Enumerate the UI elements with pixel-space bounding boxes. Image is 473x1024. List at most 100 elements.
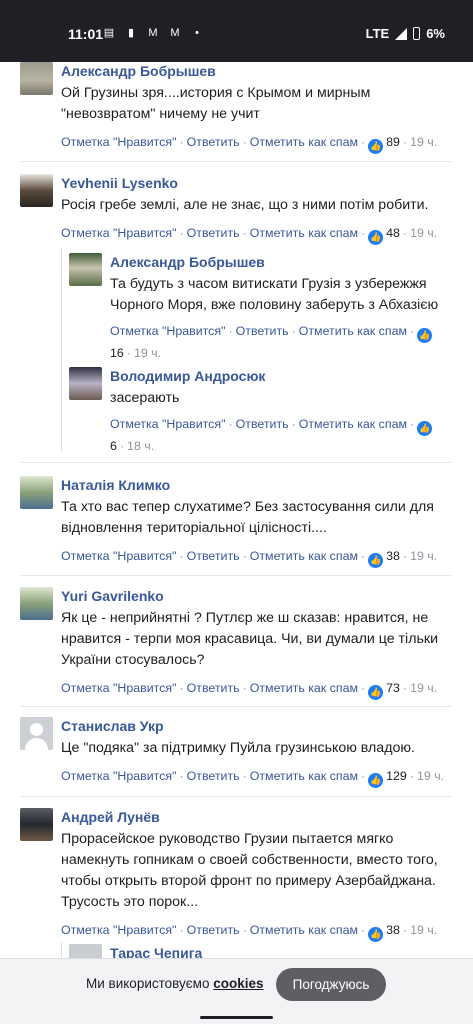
avatar[interactable] bbox=[69, 367, 102, 400]
like-count: 6 bbox=[110, 439, 117, 453]
timestamp[interactable]: 19 ч. bbox=[410, 549, 437, 563]
avatar[interactable] bbox=[69, 253, 102, 286]
like-link[interactable]: Отметка "Нравится" bbox=[110, 417, 225, 431]
author-name[interactable]: Станислав Укр bbox=[61, 717, 455, 735]
spam-link[interactable]: Отметить как спам bbox=[250, 549, 358, 563]
like-icon: 👍 bbox=[368, 553, 384, 568]
avatar[interactable] bbox=[20, 62, 53, 95]
author-name[interactable]: Володимир Андросюк bbox=[110, 367, 455, 385]
like-link[interactable]: Отметка "Нравится" bbox=[61, 549, 176, 563]
divider bbox=[20, 575, 452, 576]
reply-link[interactable]: Ответить bbox=[236, 324, 289, 338]
like-count: 73 bbox=[386, 681, 400, 695]
comment-actions: Отметка "Нравится" · Ответить · Отметить как… bbox=[61, 678, 455, 700]
timestamp[interactable]: 19 ч. bbox=[410, 923, 437, 937]
signal-icon bbox=[395, 27, 408, 40]
comment-text: Прорасейское руководство Грузии пытается… bbox=[61, 831, 438, 910]
reply-link[interactable]: Ответить bbox=[187, 226, 240, 240]
comment-actions: Отметка "Нравится" · Ответить · Отметить как… bbox=[110, 324, 433, 360]
like-count: 38 bbox=[386, 923, 400, 937]
spam-link[interactable]: Отметить как спам bbox=[250, 135, 358, 149]
like-link[interactable]: Отметка "Нравится" bbox=[61, 681, 176, 695]
spam-link[interactable]: Отметить как спам bbox=[299, 417, 407, 431]
battery-icon bbox=[413, 27, 421, 40]
comment: Станислав Укр Це "подяка" за підтримку П… bbox=[20, 717, 455, 788]
timestamp[interactable]: 19 ч. bbox=[410, 226, 437, 240]
clock: 11:01 bbox=[68, 26, 104, 42]
status-bar: 11:01 ▤ ▮ M M • LTE 6% bbox=[0, 0, 473, 62]
like-link[interactable]: Отметка "Нравится" bbox=[61, 923, 176, 937]
avatar[interactable] bbox=[20, 808, 53, 841]
network-type: LTE bbox=[365, 26, 390, 41]
spam-link[interactable]: Отметить как спам bbox=[250, 923, 358, 937]
avatar[interactable] bbox=[20, 587, 53, 620]
cookies-link[interactable]: cookies bbox=[213, 976, 263, 991]
like-icon: 👍 bbox=[417, 421, 433, 436]
reply-link[interactable]: Ответить bbox=[187, 923, 240, 937]
comment-text: Росія гребе землі, але не знає, що з ним… bbox=[61, 197, 429, 213]
timestamp[interactable]: 18 ч. bbox=[127, 439, 154, 453]
comment-actions: Отметка "Нравится" · Ответить · Отметить как… bbox=[61, 223, 455, 245]
like-link[interactable]: Отметка "Нравится" bbox=[110, 324, 225, 338]
like-icon: 👍 bbox=[417, 328, 433, 343]
notification-icons: ▤ ▮ M M • bbox=[102, 26, 204, 40]
spam-link[interactable]: Отметить как спам bbox=[250, 681, 358, 695]
reply-link[interactable]: Ответить bbox=[187, 549, 240, 563]
cookie-message: Ми використовуємо bbox=[86, 976, 210, 991]
like-link[interactable]: Отметка "Нравится" bbox=[61, 226, 176, 240]
like-count: 38 bbox=[386, 549, 400, 563]
spam-link[interactable]: Отметить как спам bbox=[299, 324, 407, 338]
comment-text: Ой Грузины зря....история с Крымом и мир… bbox=[61, 85, 371, 122]
timestamp[interactable]: 19 ч. bbox=[410, 681, 437, 695]
more-dot-icon: • bbox=[195, 26, 199, 39]
like-count: 48 bbox=[386, 226, 400, 240]
comment-actions: Отметка "Нравится" · Ответить · Отметить как… bbox=[110, 417, 433, 453]
news-icon: ▤ bbox=[103, 27, 115, 39]
comment-text: Та будуть з часом витискати Грузія з узб… bbox=[110, 276, 439, 313]
like-count: 129 bbox=[386, 769, 407, 783]
like-link[interactable]: Отметка "Нравится" bbox=[61, 769, 176, 783]
comment-actions: Отметка "Нравится" · Ответить · Отметить как… bbox=[61, 766, 455, 788]
author-name[interactable]: Yuri Gavrilenko bbox=[61, 587, 455, 605]
like-icon: 👍 bbox=[368, 230, 384, 245]
avatar[interactable] bbox=[20, 174, 53, 207]
battery-level: 6% bbox=[426, 26, 445, 41]
timestamp[interactable]: 19 ч. bbox=[417, 769, 444, 783]
spam-link[interactable]: Отметить как спам bbox=[250, 226, 358, 240]
reply-link[interactable]: Ответить bbox=[236, 417, 289, 431]
gmail-icon: M bbox=[148, 26, 158, 39]
spam-link[interactable]: Отметить как спам bbox=[250, 769, 358, 783]
comment-text: Та хто вас тепер слухатиме? Без застосув… bbox=[61, 499, 434, 536]
author-name[interactable]: Александр Бобрышев bbox=[110, 253, 455, 271]
reply-link[interactable]: Ответить bbox=[187, 769, 240, 783]
alert-icon: ▮ bbox=[127, 27, 135, 39]
divider bbox=[20, 706, 452, 707]
author-name[interactable]: Наталія Климко bbox=[61, 476, 455, 494]
reply-thread-line bbox=[61, 248, 62, 452]
timestamp[interactable]: 19 ч. bbox=[134, 346, 161, 360]
cookie-banner: Ми використовуємо cookies Погоджуюсь bbox=[0, 958, 473, 1024]
reply-link[interactable]: Ответить bbox=[187, 135, 240, 149]
comment-text: Як це - неприйнятні ? Путлєр же ш сказав… bbox=[61, 610, 438, 668]
accept-cookies-button[interactable]: Погоджуюсь bbox=[276, 968, 386, 1001]
author-name[interactable]: Yevhenii Lysenko bbox=[61, 174, 455, 192]
avatar[interactable] bbox=[20, 717, 53, 750]
like-count: 89 bbox=[386, 135, 400, 149]
divider bbox=[20, 796, 452, 797]
comment-actions: Отметка "Нравится" · Ответить · Отметить как… bbox=[61, 920, 455, 942]
reply-link[interactable]: Ответить bbox=[187, 681, 240, 695]
timestamp[interactable]: 19 ч. bbox=[410, 135, 437, 149]
like-count: 16 bbox=[110, 346, 124, 360]
like-icon: 👍 bbox=[368, 773, 384, 788]
comments-feed[interactable]: Александр Бобрышев Ой Грузины зря....ист… bbox=[0, 62, 473, 962]
like-icon: 👍 bbox=[368, 927, 384, 942]
author-name[interactable]: Андрей Лунёв bbox=[61, 808, 455, 826]
author-name[interactable]: Александр Бобрышев bbox=[61, 62, 455, 80]
comment-actions: Отметка "Нравится" · Ответить · Отметить как… bbox=[61, 546, 455, 568]
like-link[interactable]: Отметка "Нравится" bbox=[61, 135, 176, 149]
avatar[interactable] bbox=[20, 476, 53, 509]
gesture-nav-bar[interactable] bbox=[200, 1016, 273, 1019]
comment-text: засерають bbox=[110, 390, 180, 406]
divider bbox=[20, 462, 452, 463]
divider bbox=[20, 161, 452, 162]
